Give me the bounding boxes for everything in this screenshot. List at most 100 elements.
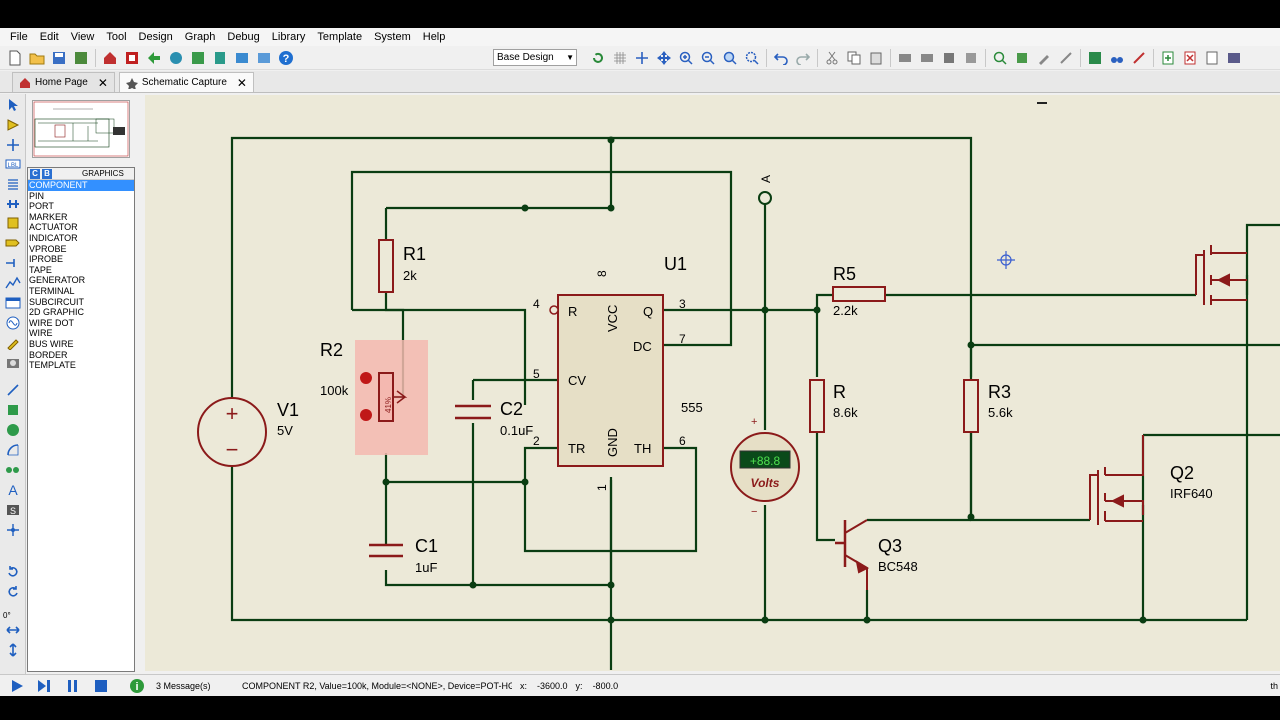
design-variant-select[interactable]: Base Design ▼	[493, 49, 577, 66]
subcircuit-mode-icon[interactable]	[4, 215, 22, 231]
list-item[interactable]: ACTUATOR	[28, 222, 134, 233]
block-delete-icon[interactable]	[961, 48, 981, 68]
import-icon[interactable]	[71, 48, 91, 68]
stop-icon[interactable]	[90, 676, 112, 696]
cut-icon[interactable]	[822, 48, 842, 68]
search-tag-icon[interactable]	[1107, 48, 1127, 68]
2d-path-mode-icon[interactable]	[4, 462, 22, 478]
block-rotate-icon[interactable]	[939, 48, 959, 68]
2d-box-mode-icon[interactable]	[4, 402, 22, 418]
menu-system[interactable]: System	[368, 28, 417, 46]
selection-mode-icon[interactable]	[4, 97, 22, 113]
2d-line-mode-icon[interactable]	[4, 382, 22, 398]
redo-icon[interactable]	[793, 48, 813, 68]
zoom-out-icon[interactable]	[698, 48, 718, 68]
zoom-area-icon[interactable]	[742, 48, 762, 68]
menu-graph[interactable]: Graph	[179, 28, 222, 46]
pick-device-icon[interactable]	[990, 48, 1010, 68]
list-item[interactable]: WIRE DOT	[28, 318, 134, 329]
exit-parent-icon[interactable]	[1202, 48, 1222, 68]
mirror-x-icon[interactable]	[4, 622, 22, 638]
voltmeter[interactable]: +88.8 Volts + −	[730, 416, 800, 518]
close-icon[interactable]: ✕	[237, 76, 247, 90]
gerber-icon[interactable]	[188, 48, 208, 68]
make-device-icon[interactable]	[1012, 48, 1032, 68]
tab-home-page[interactable]: Home Page ✕	[12, 72, 115, 92]
list-item[interactable]: INDICATOR	[28, 233, 134, 244]
menu-design[interactable]: Design	[133, 28, 179, 46]
2d-circle-mode-icon[interactable]	[4, 422, 22, 438]
graph-mode-icon[interactable]	[4, 275, 22, 291]
rotate-clockwise-icon[interactable]	[4, 564, 22, 580]
list-item[interactable]: SUBCIRCUIT	[28, 297, 134, 308]
block-copy-icon[interactable]	[895, 48, 915, 68]
copy-icon[interactable]	[844, 48, 864, 68]
list-item[interactable]: BUS WIRE	[28, 339, 134, 350]
menu-view[interactable]: View	[65, 28, 101, 46]
menu-template[interactable]: Template	[311, 28, 368, 46]
wire-label-mode-icon[interactable]: LBL	[4, 156, 22, 172]
pause-icon[interactable]	[62, 676, 84, 696]
origin-icon[interactable]	[632, 48, 652, 68]
pan-icon[interactable]	[654, 48, 674, 68]
save-icon[interactable]	[49, 48, 69, 68]
play-icon[interactable]	[6, 676, 28, 696]
menu-file[interactable]: File	[4, 28, 34, 46]
tape-recorder-mode-icon[interactable]	[4, 295, 22, 311]
battery-v1[interactable]: + − V1 5V	[197, 397, 299, 467]
schematic-icon[interactable]	[122, 48, 142, 68]
grid-icon[interactable]	[610, 48, 630, 68]
list-item[interactable]: TAPE	[28, 265, 134, 276]
menu-library[interactable]: Library	[266, 28, 312, 46]
potentiometer-r2[interactable]: 41% R2 100k	[320, 340, 428, 455]
menu-edit[interactable]: Edit	[34, 28, 65, 46]
generator-mode-icon[interactable]	[4, 315, 22, 331]
capacitor-c2[interactable]: C2 0.1uF	[455, 399, 533, 438]
block-move-icon[interactable]	[917, 48, 937, 68]
zoom-all-icon[interactable]	[720, 48, 740, 68]
zoom-in-icon[interactable]	[676, 48, 696, 68]
menu-help[interactable]: Help	[417, 28, 452, 46]
schematic-canvas[interactable]: + − V1 5V R1 2k 41% R2 100k C1 1uF C2 0.…	[145, 95, 1280, 671]
timer-ic-u1[interactable]: R VCC Q DC CV TR GND TH 4 8 3 7 5 2 1 6 …	[533, 254, 703, 491]
list-item[interactable]: WIRE	[28, 328, 134, 339]
code-icon[interactable]	[254, 48, 274, 68]
list-item[interactable]: VPROBE	[28, 244, 134, 255]
component-mode-icon[interactable]	[4, 117, 22, 133]
packaging-tool-icon[interactable]	[1034, 48, 1054, 68]
junction-dot-mode-icon[interactable]	[4, 137, 22, 153]
list-item[interactable]: PORT	[28, 201, 134, 212]
resistor-r1[interactable]: R1 2k	[378, 239, 426, 293]
schematic-drawing[interactable]: + − V1 5V R1 2k 41% R2 100k C1 1uF C2 0.…	[145, 95, 1280, 671]
3d-view-icon[interactable]	[166, 48, 186, 68]
device-pins-mode-icon[interactable]	[4, 255, 22, 271]
component-selector-button[interactable]: C	[30, 168, 40, 179]
2d-arc-mode-icon[interactable]	[4, 442, 22, 458]
home-icon[interactable]	[100, 48, 120, 68]
tab-schematic-capture[interactable]: Schematic Capture ✕	[118, 72, 254, 92]
resistor-r3[interactable]: R3 5.6k	[963, 379, 1013, 433]
netlist-icon[interactable]	[1224, 48, 1244, 68]
mosfet-partial[interactable]	[1195, 245, 1247, 305]
text-script-mode-icon[interactable]	[4, 176, 22, 192]
capacitor-c1[interactable]: C1 1uF	[369, 536, 438, 575]
mosfet-q2[interactable]: Q2 IRF640	[1089, 435, 1213, 525]
decompose-icon[interactable]	[1056, 48, 1076, 68]
list-item[interactable]: MARKER	[28, 212, 134, 223]
list-item[interactable]: BORDER	[28, 350, 134, 361]
property-assign-icon[interactable]	[1129, 48, 1149, 68]
pcb-icon[interactable]	[144, 48, 164, 68]
menu-debug[interactable]: Debug	[221, 28, 265, 46]
resistor-r5[interactable]: R5 2.2k	[832, 264, 886, 318]
list-item[interactable]: TERMINAL	[28, 286, 134, 297]
rotate-anticlockwise-icon[interactable]	[4, 584, 22, 600]
remove-sheet-icon[interactable]	[1180, 48, 1200, 68]
library-selector-button[interactable]: B	[42, 168, 52, 179]
2d-markers-mode-icon[interactable]	[4, 522, 22, 538]
step-icon[interactable]	[34, 676, 56, 696]
info-icon[interactable]: i	[126, 676, 148, 696]
new-file-icon[interactable]	[5, 48, 25, 68]
mirror-y-icon[interactable]	[4, 642, 22, 658]
message-count[interactable]: 3 Message(s)	[156, 681, 236, 691]
list-item[interactable]: 2D GRAPHIC	[28, 307, 134, 318]
